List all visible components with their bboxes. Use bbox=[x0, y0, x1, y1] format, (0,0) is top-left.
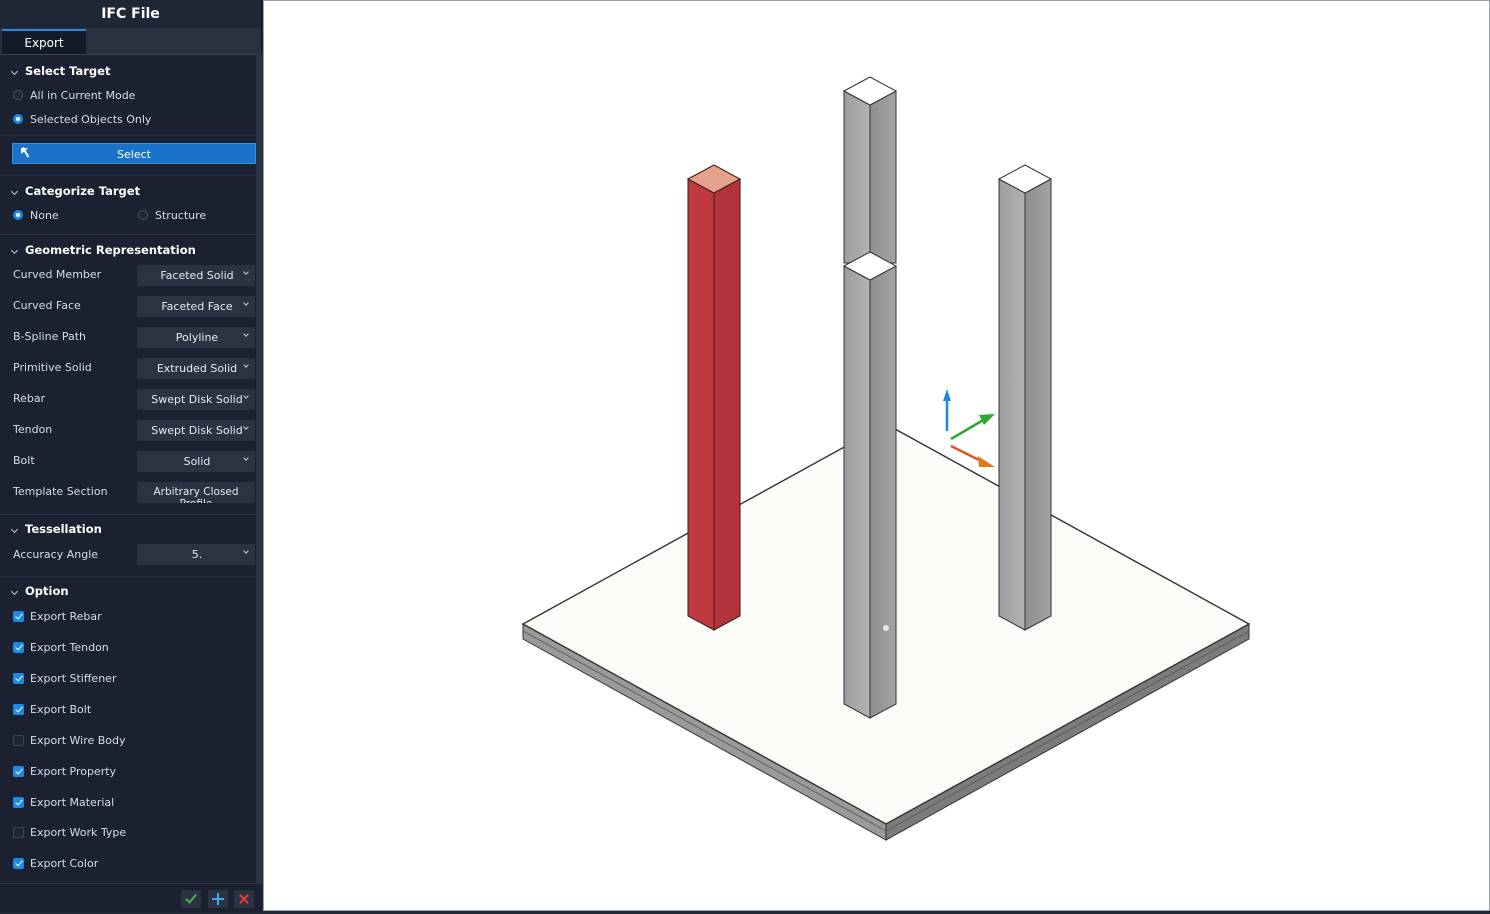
dropdown-primitive-solid[interactable]: Extruded Solid bbox=[137, 358, 255, 379]
checkbox[interactable] bbox=[13, 735, 24, 746]
checkbox[interactable] bbox=[13, 858, 24, 869]
cursor-arrow-icon bbox=[21, 148, 28, 154]
divider bbox=[0, 135, 256, 136]
ifc-export-panel: IFC File Export Select Target All in Cur… bbox=[0, 0, 262, 912]
field-label-curved-face: Curved Face bbox=[13, 299, 81, 312]
field-label-primitive-solid: Primitive Solid bbox=[13, 361, 92, 374]
column-middle-lower[interactable] bbox=[842, 251, 898, 719]
section-title: Tessellation bbox=[25, 522, 102, 536]
radio-label: All in Current Mode bbox=[30, 89, 136, 102]
dropdown-value: Faceted Face bbox=[161, 300, 233, 313]
checkbox-label: Export Wire Body bbox=[30, 734, 126, 747]
field-label-bolt: Bolt bbox=[13, 454, 35, 467]
radio-none[interactable] bbox=[13, 210, 23, 220]
dropdown-value: Swept Disk Solid bbox=[151, 424, 243, 437]
dropdown-rebar[interactable]: Swept Disk Solid bbox=[137, 389, 255, 410]
chevron-down-icon bbox=[10, 187, 19, 196]
dropdown-value: Extruded Solid bbox=[156, 362, 238, 375]
checkbox-label: Export Work Type bbox=[30, 826, 127, 839]
divider bbox=[0, 175, 256, 176]
checkbox[interactable] bbox=[13, 766, 24, 777]
field-template-section[interactable]: Arbitrary Closed Profile bbox=[137, 482, 255, 503]
checkbox-label: Export Stiffener bbox=[30, 672, 117, 685]
select-button[interactable]: Select bbox=[12, 143, 256, 164]
checkbox[interactable] bbox=[13, 797, 24, 808]
dropdown-curved-member[interactable]: Faceted Solid bbox=[137, 265, 255, 286]
radio-structure[interactable] bbox=[138, 210, 148, 220]
column-right[interactable] bbox=[997, 164, 1053, 631]
dropdown-accuracy-angle[interactable]: 5. bbox=[137, 544, 255, 565]
section-title: Select Target bbox=[25, 64, 111, 78]
radio-label: Selected Objects Only bbox=[30, 113, 152, 126]
checkbox[interactable] bbox=[13, 827, 24, 838]
dropdown-value: 5. bbox=[191, 548, 203, 561]
chevron-down-icon bbox=[10, 67, 19, 76]
panel-scrollbar[interactable] bbox=[256, 54, 262, 883]
checkbox-label: Export Tendon bbox=[30, 641, 109, 654]
check-icon[interactable] bbox=[181, 890, 201, 908]
dropdown-bolt[interactable]: Solid bbox=[137, 451, 255, 472]
dropdown-value: Faceted Solid bbox=[160, 269, 234, 282]
checkbox[interactable] bbox=[13, 611, 24, 622]
checkbox[interactable] bbox=[13, 673, 24, 684]
checkbox-label: Export Material bbox=[30, 796, 115, 809]
field-label-curved-member: Curved Member bbox=[13, 268, 102, 281]
field-label-bspline-path: B-Spline Path bbox=[13, 330, 86, 343]
dropdown-curved-face[interactable]: Faceted Face bbox=[137, 296, 255, 317]
radio-button[interactable] bbox=[13, 114, 23, 124]
section-title: Geometric Representation bbox=[25, 243, 196, 257]
checkbox-label: Export Color bbox=[30, 857, 99, 870]
dropdown-tendon[interactable]: Swept Disk Solid bbox=[137, 420, 255, 441]
field-value: Arbitrary Closed Profile bbox=[153, 486, 239, 503]
divider bbox=[0, 576, 256, 577]
model-view-canvas bbox=[521, 76, 1251, 841]
column-middle-upper[interactable] bbox=[842, 76, 898, 264]
chevron-down-icon bbox=[10, 525, 19, 534]
plus-icon[interactable] bbox=[208, 890, 228, 908]
dropdown-value: Solid bbox=[183, 455, 211, 468]
radio-label: None bbox=[30, 209, 59, 222]
chevron-down-icon bbox=[10, 246, 19, 255]
column-selected[interactable] bbox=[686, 164, 742, 631]
tab-bar: Export bbox=[0, 28, 261, 55]
tab-export[interactable]: Export bbox=[2, 29, 86, 54]
select-button-label: Select bbox=[117, 148, 151, 161]
panel-footer bbox=[0, 883, 262, 912]
field-label-rebar: Rebar bbox=[13, 392, 46, 405]
axis-gizmo bbox=[943, 389, 995, 467]
model-viewport[interactable] bbox=[263, 0, 1490, 911]
divider bbox=[0, 234, 256, 235]
chevron-down-icon bbox=[10, 587, 19, 596]
dropdown-value: Polyline bbox=[175, 331, 219, 344]
field-label-tendon: Tendon bbox=[13, 423, 53, 436]
section-title: Option bbox=[25, 584, 69, 598]
field-label-accuracy-angle: Accuracy Angle bbox=[13, 548, 99, 561]
checkbox-label: Export Property bbox=[30, 765, 117, 778]
checkbox-label: Export Rebar bbox=[30, 610, 102, 623]
checkbox[interactable] bbox=[13, 704, 24, 715]
close-icon[interactable] bbox=[234, 890, 254, 908]
node-marker bbox=[883, 625, 889, 631]
divider bbox=[0, 514, 256, 515]
section-title: Categorize Target bbox=[25, 184, 141, 198]
dropdown-bspline-path[interactable]: Polyline bbox=[137, 327, 255, 348]
radio-label: Structure bbox=[155, 209, 207, 222]
checkbox[interactable] bbox=[13, 642, 24, 653]
checkbox-label: Export Bolt bbox=[30, 703, 92, 716]
radio-button[interactable] bbox=[13, 90, 23, 100]
field-label-template-section: Template Section bbox=[13, 485, 108, 498]
panel-title: IFC File bbox=[0, 0, 261, 28]
dropdown-value: Swept Disk Solid bbox=[151, 393, 243, 406]
